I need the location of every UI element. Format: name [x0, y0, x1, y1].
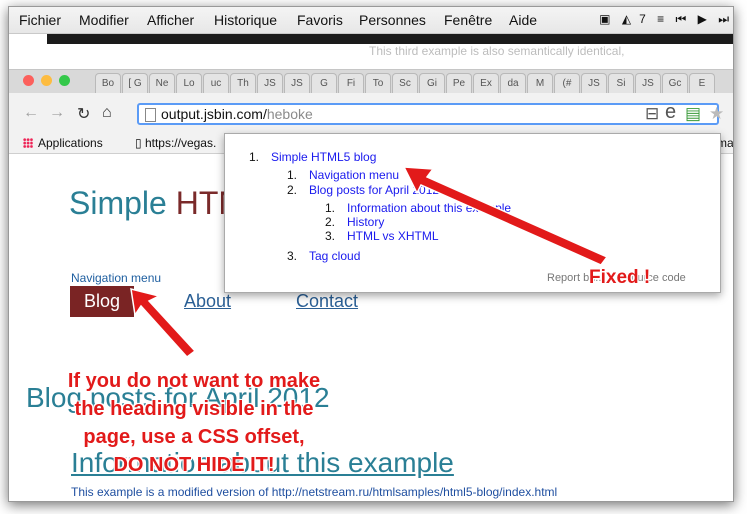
- advice-line-3: page, use a CSS offset,: [83, 426, 305, 448]
- advice-line-4: DO NOT HIDE IT!: [113, 454, 275, 476]
- advice-line-2: the heading visible in the: [74, 398, 314, 420]
- fixed-callout: Fixed !: [589, 267, 651, 288]
- arrow-to-outline-icon: [402, 166, 609, 266]
- advice-line-1: If you do not want to make: [67, 370, 321, 392]
- arrow-to-nav-icon: [130, 287, 197, 359]
- advice-callout: If you do not want to make the heading v…: [29, 367, 359, 479]
- screenshot-frame: Fichier Modifier Afficher Historique Fav…: [8, 6, 734, 502]
